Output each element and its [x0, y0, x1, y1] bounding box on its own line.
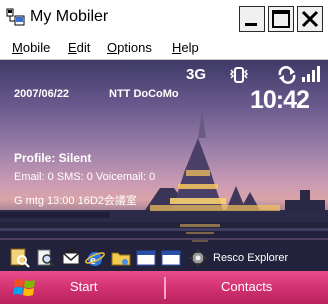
menu-label: ptions — [117, 40, 152, 55]
folder-icon[interactable] — [111, 248, 131, 268]
clock-label[interactable]: 10:42 — [250, 86, 310, 115]
resco-explorer-label[interactable]: Resco Explorer — [213, 252, 288, 264]
internet-explorer-icon[interactable]: e — [85, 248, 105, 268]
menu-edit[interactable]: Edit — [68, 40, 90, 55]
menu-label: elp — [181, 40, 199, 55]
profile-label[interactable]: Profile: Silent — [14, 151, 91, 165]
minimize-icon — [245, 23, 257, 26]
signal-strength-icon[interactable] — [300, 64, 322, 84]
menu-options[interactable]: Options — [107, 40, 152, 55]
contacts-softkey[interactable]: Contacts — [221, 279, 272, 294]
softkey-divider — [164, 277, 166, 299]
menu-accel: M — [12, 40, 23, 55]
minimize-button[interactable] — [239, 6, 265, 32]
status-bar[interactable]: 3G — [0, 60, 328, 88]
app-icon — [6, 8, 25, 26]
start-softkey[interactable]: Start — [70, 279, 97, 294]
today-header: 2007/06/22 NTT DoCoMo 10:42 — [0, 86, 328, 118]
network-type-label: 3G — [186, 66, 207, 83]
menu-label: dit — [76, 40, 91, 55]
menu-accel: E — [68, 40, 77, 55]
device-screen[interactable]: 3G 2007/06/22 NTT DoCoMo 10:42 Profile: … — [0, 60, 328, 271]
close-button[interactable] — [297, 6, 323, 32]
menu-help[interactable]: Help — [172, 40, 199, 55]
maximize-button[interactable] — [268, 6, 294, 32]
date-label[interactable]: 2007/06/22 — [14, 88, 69, 100]
menu-label: obile — [22, 40, 51, 55]
title-bar[interactable]: My Mobiler — [0, 0, 328, 37]
carrier-label: NTT DoCoMo — [109, 88, 179, 100]
menu-accel: H — [172, 40, 182, 55]
softkey-bar: Start Contacts — [0, 271, 328, 304]
mail-icon[interactable] — [61, 248, 81, 268]
windows-flag-icon[interactable] — [12, 276, 38, 300]
window-icon[interactable] — [161, 248, 181, 268]
menu-mobile[interactable]: Mobile — [12, 40, 50, 55]
window-icon[interactable] — [136, 248, 156, 268]
settings-icon[interactable] — [188, 248, 208, 268]
window-title: My Mobiler — [30, 8, 109, 25]
phone-vibrate-icon[interactable] — [228, 66, 250, 84]
search-icon[interactable] — [10, 248, 30, 268]
magnify-doc-icon[interactable] — [36, 248, 56, 268]
sync-icon[interactable] — [276, 66, 298, 84]
shortcut-tray: e Resco Explorer — [0, 246, 328, 270]
maximize-icon — [272, 10, 290, 28]
menu-accel: O — [107, 40, 118, 55]
mobiler-window: My Mobiler Mobile Edit Options Help 3G 2… — [0, 0, 328, 304]
appointment-summary[interactable]: G mtg 13:00 16D2会議室 — [14, 192, 137, 208]
menu-bar: Mobile Edit Options Help — [0, 37, 328, 60]
close-icon — [301, 10, 319, 28]
messages-summary[interactable]: Email: 0 SMS: 0 Voicemail: 0 — [14, 171, 155, 183]
